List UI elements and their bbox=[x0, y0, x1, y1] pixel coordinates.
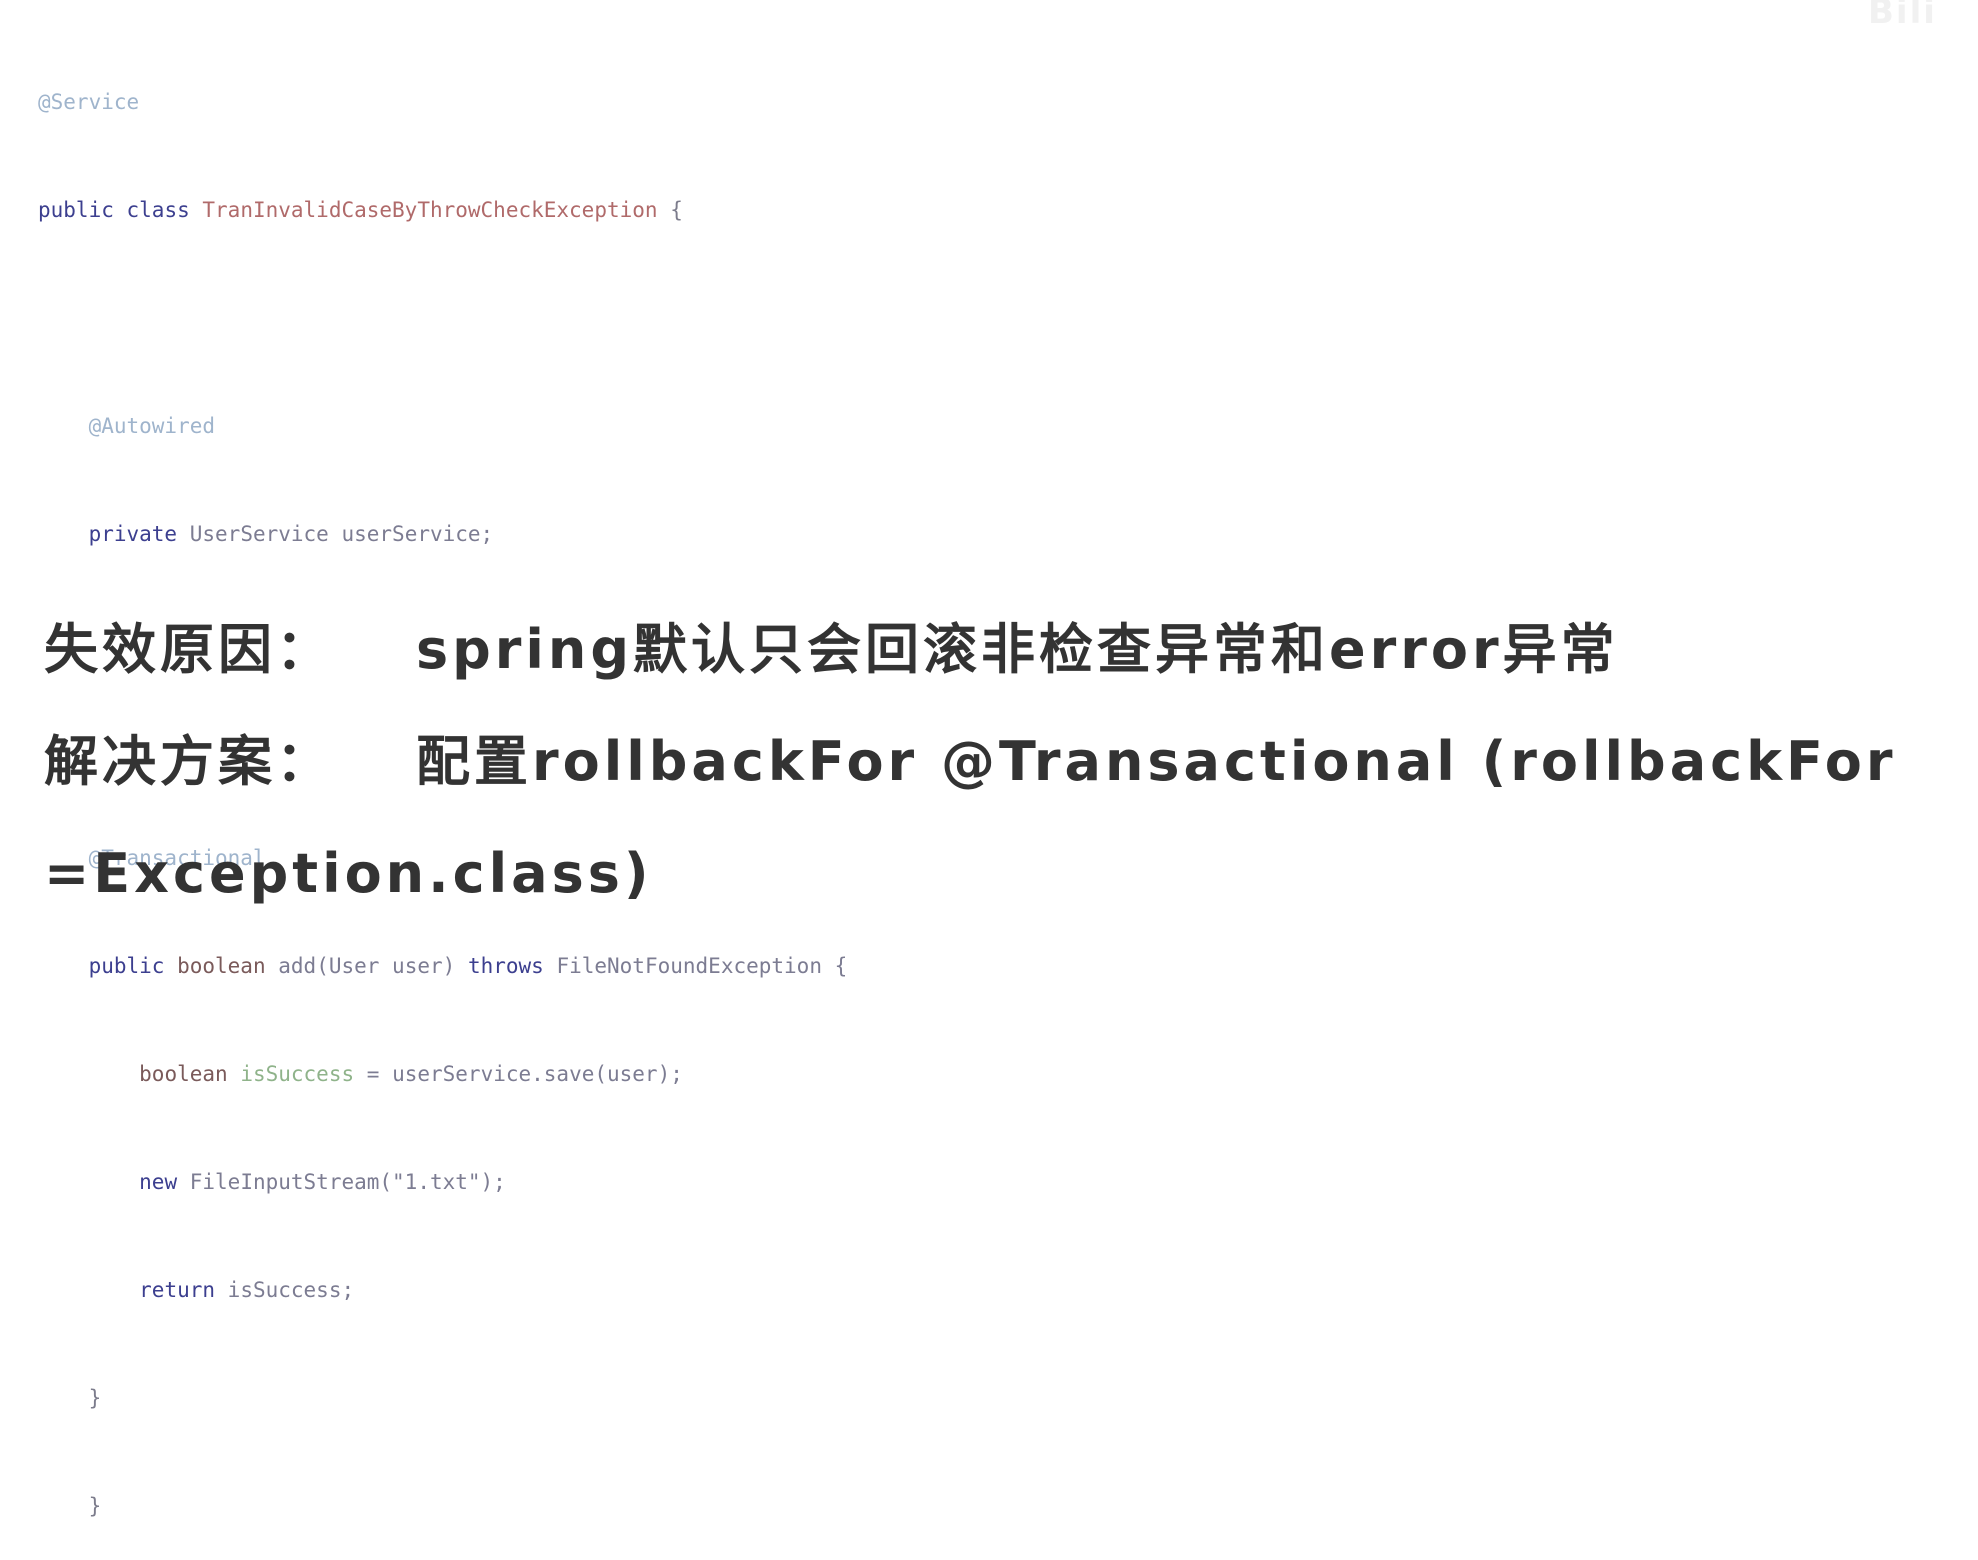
keyword-boolean: boolean bbox=[177, 954, 266, 978]
type-userservice: UserService bbox=[189, 522, 329, 546]
watermark-logo: Bili bbox=[1868, 0, 1937, 28]
code-line-13: } bbox=[38, 1380, 847, 1416]
field-userservice: userService; bbox=[341, 522, 494, 546]
annotation-autowired: @Autowired bbox=[88, 414, 216, 438]
code-line-11: new FileInputStream("1.txt"); bbox=[38, 1164, 847, 1200]
fileinputstream-call: FileInputStream("1.txt"); bbox=[189, 1170, 506, 1194]
variable-issuccess: isSuccess bbox=[240, 1062, 355, 1086]
code-line-5: private UserService userService; bbox=[38, 516, 847, 552]
code-line-2: public class TranInvalidCaseByThrowCheck… bbox=[38, 192, 847, 228]
solution-label: 解决方案： bbox=[44, 730, 334, 793]
return-value: isSuccess; bbox=[227, 1278, 355, 1302]
keyword-private: private bbox=[88, 522, 178, 546]
exception-type: FileNotFoundException { bbox=[556, 954, 848, 978]
code-line-14: } bbox=[38, 1488, 847, 1524]
annotation-service: @Service bbox=[38, 90, 140, 114]
keyword-new: new bbox=[139, 1170, 178, 1194]
code-line-1: @Service bbox=[38, 84, 847, 120]
keyword-return: return bbox=[139, 1278, 216, 1302]
keyword-boolean: boolean bbox=[139, 1062, 228, 1086]
solution-line: 解决方案： 配置rollbackFor @Transactional (rollb… bbox=[44, 717, 1974, 829]
class-name: TranInvalidCaseByThrowCheckException bbox=[202, 198, 658, 222]
explanation-notes: 失效原因： spring默认只会回滚非检查异常和error异常 解决方案： 配置ro… bbox=[44, 605, 1974, 941]
failure-reason-label: 失效原因： bbox=[44, 618, 334, 681]
solution-continuation-text: =Exception.class) bbox=[44, 842, 653, 905]
keyword-class: class bbox=[126, 198, 190, 222]
solution-text: 配置rollbackFor @Transactional (rollbackFo… bbox=[416, 730, 1897, 793]
failure-reason-text: spring默认只会回滚非检查异常和error异常 bbox=[416, 618, 1619, 681]
code-line-4: @Autowired bbox=[38, 408, 847, 444]
failure-reason-line: 失效原因： spring默认只会回滚非检查异常和error异常 bbox=[44, 605, 1974, 717]
solution-continuation-line: =Exception.class) bbox=[44, 829, 1974, 941]
method-signature: add(User user) bbox=[278, 954, 456, 978]
save-call: = userService.save(user); bbox=[366, 1062, 683, 1086]
code-line-12: return isSuccess; bbox=[38, 1272, 847, 1308]
code-line-10: boolean isSuccess = userService.save(use… bbox=[38, 1056, 847, 1092]
keyword-throws: throws bbox=[467, 954, 544, 978]
close-brace: } bbox=[88, 1494, 102, 1518]
keyword-public: public bbox=[88, 954, 165, 978]
close-brace: } bbox=[88, 1386, 102, 1410]
keyword-public: public bbox=[38, 198, 114, 222]
open-brace: { bbox=[670, 198, 683, 222]
code-line-9: public boolean add(User user) throws Fil… bbox=[38, 948, 848, 984]
